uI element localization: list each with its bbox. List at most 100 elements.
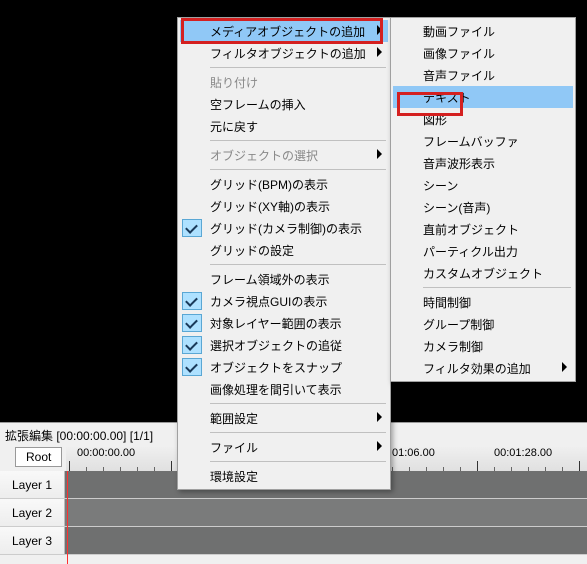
menu-item[interactable]: パーティクル出力 — [393, 240, 573, 262]
menu-item[interactable]: ファイル — [180, 436, 388, 458]
context-menu-sub: 動画ファイル画像ファイル音声ファイルテキスト図形フレームバッファ音声波形表示シー… — [390, 17, 576, 382]
menu-item[interactable]: 動画ファイル — [393, 20, 573, 42]
menu-item-label: 画像ファイル — [423, 45, 495, 62]
ruler-time-label: 00:01:28.00 — [494, 447, 552, 459]
menu-item[interactable]: 環境設定 — [180, 465, 388, 487]
menu-item-label: 図形 — [423, 111, 447, 128]
layer-label[interactable]: Layer 1 — [0, 471, 65, 498]
menu-item-label: シーン(音声) — [423, 199, 490, 216]
check-icon — [182, 219, 202, 237]
menu-item-label: 音声ファイル — [423, 67, 495, 84]
menu-item[interactable]: メディアオブジェクトの追加 — [180, 20, 388, 42]
menu-item-label: 貼り付け — [210, 74, 258, 91]
menu-item-label: 範囲設定 — [210, 410, 258, 427]
check-icon — [182, 336, 202, 354]
menu-item-label: 選択オブジェクトの追従 — [210, 337, 342, 354]
menu-item-label: 直前オブジェクト — [423, 221, 519, 238]
menu-separator — [210, 432, 386, 433]
menu-item-label: 動画ファイル — [423, 23, 495, 40]
menu-item[interactable]: 音声ファイル — [393, 64, 573, 86]
menu-item[interactable]: フレームバッファ — [393, 130, 573, 152]
layer-track[interactable] — [65, 499, 587, 526]
menu-item-label: カメラ視点GUIの表示 — [210, 293, 327, 310]
menu-item[interactable]: カメラ視点GUIの表示 — [180, 290, 388, 312]
menu-item-label: 元に戻す — [210, 118, 258, 135]
menu-separator — [210, 169, 386, 170]
layer-row[interactable]: Layer 2 — [0, 499, 587, 527]
menu-item-label: グリッド(BPM)の表示 — [210, 176, 328, 193]
menu-item-label: 画像処理を間引いて表示 — [210, 381, 342, 398]
menu-item-label: ファイル — [210, 439, 258, 456]
menu-item[interactable]: 元に戻す — [180, 115, 388, 137]
menu-item-label: グループ制御 — [423, 316, 494, 333]
menu-item-label: フレームバッファ — [423, 133, 519, 150]
menu-item-label: カスタムオブジェクト — [423, 265, 543, 282]
menu-item-label: グリッド(カメラ制御)の表示 — [210, 220, 362, 237]
menu-item[interactable]: グリッド(カメラ制御)の表示 — [180, 217, 388, 239]
menu-item[interactable]: シーン(音声) — [393, 196, 573, 218]
menu-item[interactable]: 画像処理を間引いて表示 — [180, 378, 388, 400]
menu-item-label: シーン — [423, 177, 458, 194]
menu-item: オブジェクトの選択 — [180, 144, 388, 166]
menu-separator — [210, 264, 386, 265]
menu-item[interactable]: フレーム領域外の表示 — [180, 268, 388, 290]
menu-item-label: 時間制御 — [423, 294, 471, 311]
menu-item-label: 空フレームの挿入 — [210, 96, 306, 113]
menu-item[interactable]: 音声波形表示 — [393, 152, 573, 174]
menu-item-label: フィルタオブジェクトの追加 — [210, 45, 366, 62]
menu-item-label: 音声波形表示 — [423, 155, 495, 172]
menu-item[interactable]: グリッドの設定 — [180, 239, 388, 261]
menu-item[interactable]: 範囲設定 — [180, 407, 388, 429]
menu-item[interactable]: シーン — [393, 174, 573, 196]
menu-item-label: 対象レイヤー範囲の表示 — [210, 315, 342, 332]
menu-separator — [210, 140, 386, 141]
menu-separator — [210, 403, 386, 404]
menu-item[interactable]: 対象レイヤー範囲の表示 — [180, 312, 388, 334]
menu-item-label: テキスト — [423, 89, 471, 106]
menu-item[interactable]: 空フレームの挿入 — [180, 93, 388, 115]
menu-item[interactable]: オブジェクトをスナップ — [180, 356, 388, 378]
playhead[interactable] — [67, 471, 68, 564]
chevron-right-icon — [377, 47, 382, 57]
menu-item[interactable]: テキスト — [393, 86, 573, 108]
menu-item-label: グリッドの設定 — [210, 242, 294, 259]
layer-label[interactable]: Layer 3 — [0, 527, 65, 554]
chevron-right-icon — [377, 149, 382, 159]
menu-item-label: オブジェクトの選択 — [210, 147, 318, 164]
menu-item-label: メディアオブジェクトの追加 — [210, 23, 365, 40]
menu-item-label: フレーム領域外の表示 — [210, 271, 330, 288]
menu-item[interactable]: 直前オブジェクト — [393, 218, 573, 240]
menu-item[interactable]: グループ制御 — [393, 313, 573, 335]
menu-item-label: カメラ制御 — [423, 338, 483, 355]
chevron-right-icon — [377, 412, 382, 422]
root-button[interactable]: Root — [15, 447, 62, 467]
context-menu-main: メディアオブジェクトの追加フィルタオブジェクトの追加貼り付け空フレームの挿入元に… — [177, 17, 391, 490]
chevron-right-icon — [377, 441, 382, 451]
menu-item[interactable]: 図形 — [393, 108, 573, 130]
ruler-time-label: 00:00:00.00 — [77, 447, 135, 459]
menu-item-label: グリッド(XY軸)の表示 — [210, 198, 330, 215]
menu-item[interactable]: フィルタオブジェクトの追加 — [180, 42, 388, 64]
menu-item-label: フィルタ効果の追加 — [423, 360, 531, 377]
layer-label[interactable]: Layer 2 — [0, 499, 65, 526]
layer-row[interactable]: Layer 3 — [0, 527, 587, 555]
chevron-right-icon — [562, 362, 567, 372]
menu-item[interactable]: グリッド(XY軸)の表示 — [180, 195, 388, 217]
menu-item[interactable]: カスタムオブジェクト — [393, 262, 573, 284]
check-icon — [182, 358, 202, 376]
menu-separator — [210, 461, 386, 462]
menu-separator — [423, 287, 571, 288]
menu-item[interactable]: 時間制御 — [393, 291, 573, 313]
menu-item[interactable]: 選択オブジェクトの追従 — [180, 334, 388, 356]
layer-track[interactable] — [65, 527, 587, 554]
menu-item-label: パーティクル出力 — [423, 243, 518, 260]
check-icon — [182, 292, 202, 310]
menu-item: 貼り付け — [180, 71, 388, 93]
menu-item[interactable]: フィルタ効果の追加 — [393, 357, 573, 379]
menu-item[interactable]: グリッド(BPM)の表示 — [180, 173, 388, 195]
menu-item-label: 環境設定 — [210, 468, 258, 485]
menu-item[interactable]: 画像ファイル — [393, 42, 573, 64]
timeline-title: 拡張編集 [00:00:00.00] [1/1] — [5, 427, 153, 444]
chevron-right-icon — [377, 25, 382, 35]
menu-item[interactable]: カメラ制御 — [393, 335, 573, 357]
